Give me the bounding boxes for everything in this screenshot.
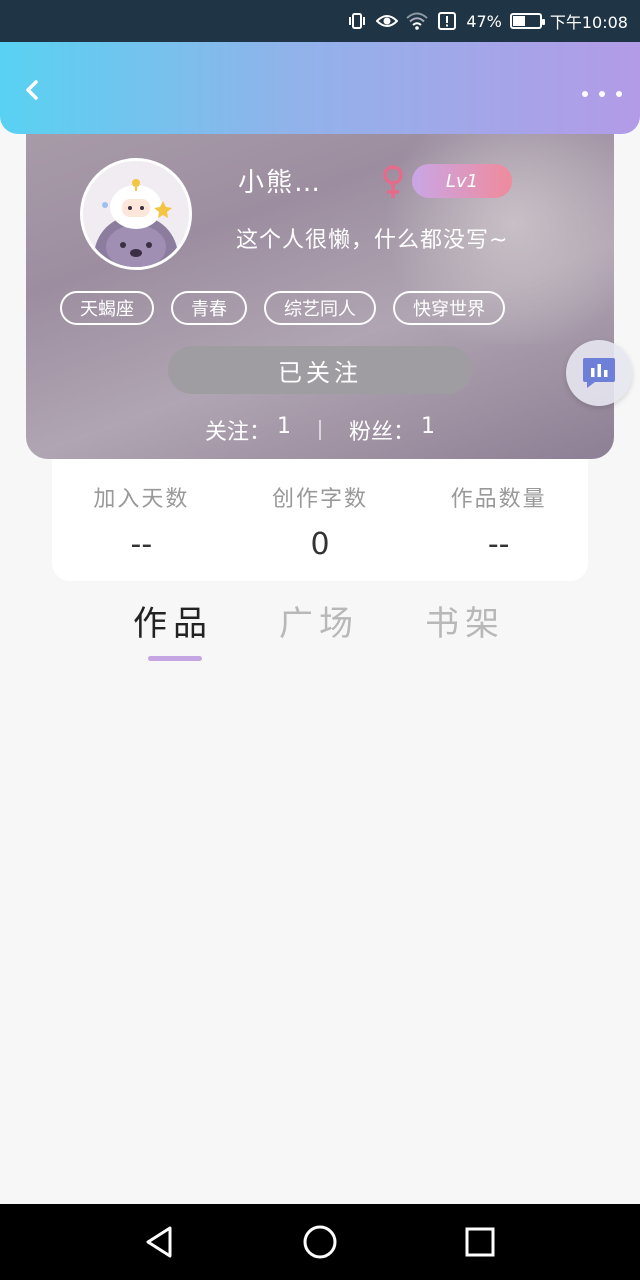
tab-square[interactable]: 广场 xyxy=(246,590,392,670)
follow-button[interactable]: 已关注 xyxy=(168,346,472,394)
avatar-image xyxy=(83,161,189,267)
more-button[interactable] xyxy=(582,82,622,106)
battery-fill xyxy=(512,16,525,26)
nav-home-button[interactable] xyxy=(300,1222,340,1262)
status-bar: 47% 下午10:08 xyxy=(0,0,640,42)
chart-chat-icon xyxy=(583,358,615,388)
username: 小熊… xyxy=(238,168,323,198)
stat-value: -- xyxy=(487,527,510,562)
tag-item[interactable]: 快穿世界 xyxy=(393,291,505,325)
stat-works-count: 作品数量 -- xyxy=(409,459,588,581)
back-button[interactable] xyxy=(14,72,50,108)
following-count[interactable]: 关注： 1 xyxy=(205,414,291,446)
stat-value: -- xyxy=(130,527,153,562)
triangle-back-icon xyxy=(146,1226,172,1258)
square-recent-icon xyxy=(465,1227,495,1257)
stat-label: 加入天数 xyxy=(93,487,190,512)
status-time: 下午10:08 xyxy=(549,13,628,32)
tab-bar: 作品 广场 书架 xyxy=(100,590,540,670)
tab-indicator xyxy=(148,656,202,661)
tab-bookshelf[interactable]: 书架 xyxy=(392,590,538,670)
system-nav-bar xyxy=(0,1204,640,1280)
female-icon xyxy=(378,164,408,200)
chevron-left-icon xyxy=(26,80,38,100)
alert-icon xyxy=(436,11,458,31)
stat-label: 作品数量 xyxy=(450,487,547,512)
divider xyxy=(319,420,321,440)
circle-home-icon xyxy=(303,1225,337,1259)
more-dots-icon xyxy=(582,91,588,97)
follow-counts: 关注： 1 粉丝： 1 xyxy=(26,410,614,450)
stat-value: 0 xyxy=(310,527,330,562)
wifi-icon xyxy=(406,11,428,31)
battery-percent: 47% xyxy=(466,11,502,31)
following-label: 关注： xyxy=(204,420,271,445)
battery-icon xyxy=(509,13,545,29)
stat-join-days: 加入天数 -- xyxy=(52,459,231,581)
eye-icon xyxy=(376,11,399,31)
profile-card: 小熊… Lv1 这个人很懒，什么都没写~ 天蝎座 青春 综艺同人 快穿世界 已关… xyxy=(26,134,614,459)
nav-recent-button[interactable] xyxy=(460,1222,500,1262)
level-badge: Lv1 xyxy=(412,164,512,198)
tag-list: 天蝎座 青春 综艺同人 快穿世界 xyxy=(60,291,505,325)
nav-back-button[interactable] xyxy=(140,1222,180,1262)
vibrate-icon xyxy=(346,11,368,31)
tag-item[interactable]: 青春 xyxy=(171,291,247,325)
stats-card: 加入天数 -- 创作字数 0 作品数量 -- xyxy=(52,459,588,581)
tag-item[interactable]: 综艺同人 xyxy=(264,291,376,325)
tag-item[interactable]: 天蝎座 xyxy=(60,291,154,325)
header-bar xyxy=(0,42,640,134)
stat-label: 创作字数 xyxy=(272,487,369,512)
floating-chat-button[interactable] xyxy=(566,340,632,406)
followers-value: 1 xyxy=(421,414,436,439)
bio-text: 这个人很懒，什么都没写~ xyxy=(236,228,509,253)
followers-label: 粉丝： xyxy=(349,420,416,445)
avatar[interactable] xyxy=(80,158,192,270)
following-value: 1 xyxy=(277,414,291,439)
stat-word-count: 创作字数 0 xyxy=(231,459,410,581)
status-bar-right: 47% 下午10:08 xyxy=(346,0,628,42)
followers-count[interactable]: 粉丝： 1 xyxy=(349,414,435,446)
